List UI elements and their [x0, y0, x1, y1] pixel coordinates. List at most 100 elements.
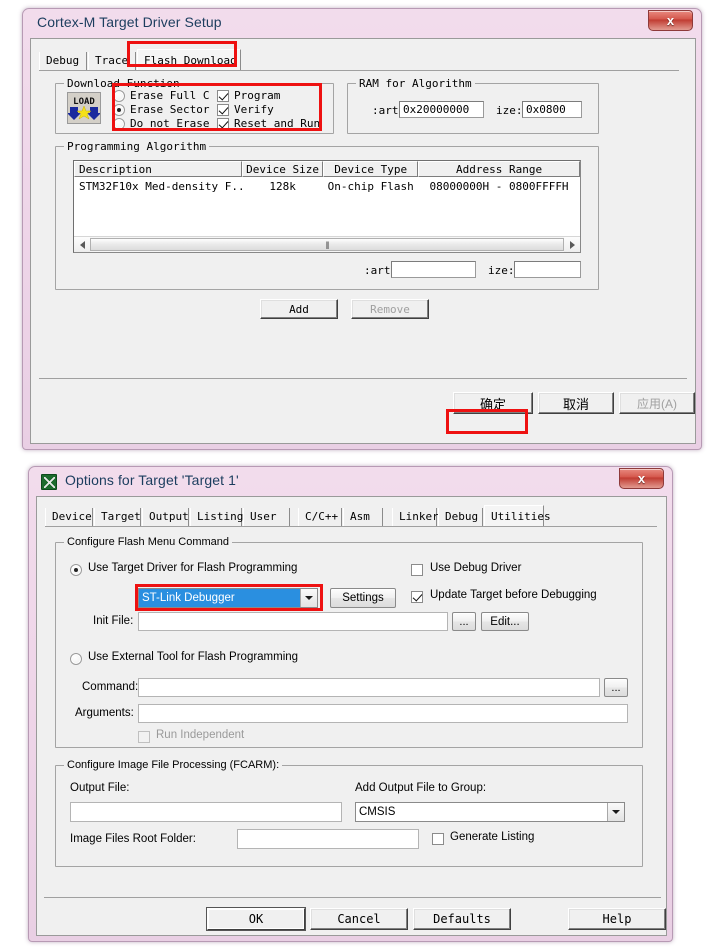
column-device-type[interactable]: Device Type: [323, 161, 419, 177]
scroll-right-arrow-icon[interactable]: [564, 237, 580, 252]
check-generate-listing[interactable]: [432, 833, 444, 845]
arguments-label: Arguments:: [75, 707, 134, 719]
command-label: Command:: [82, 681, 139, 693]
column-address-range[interactable]: Address Range: [418, 161, 580, 177]
settings-button[interactable]: Settings: [330, 588, 396, 608]
dialog1-titlebar[interactable]: Cortex-M Target Driver Setup x: [23, 9, 701, 38]
column-description[interactable]: Description: [74, 161, 242, 177]
remove-button[interactable]: Remove: [351, 299, 429, 319]
tab-asm[interactable]: Asm: [343, 508, 383, 526]
tab-trace[interactable]: Trace: [88, 52, 136, 70]
chevron-down-icon[interactable]: [300, 589, 317, 607]
radio-erase-sector[interactable]: [113, 104, 125, 116]
dialog2-titlebar[interactable]: Options for Target 'Target 1' x: [29, 467, 672, 496]
command-input[interactable]: [138, 678, 600, 697]
algorithm-start-input[interactable]: [391, 261, 476, 278]
add-output-file-to-group-combobox[interactable]: CMSIS: [355, 802, 625, 822]
dialog2-cancel-button[interactable]: Cancel: [310, 908, 408, 930]
command-browse-button[interactable]: ...: [604, 678, 628, 697]
table-row[interactable]: STM32F10x Med-density F... 128k On-chip …: [74, 179, 580, 194]
algorithm-size-label: ize:: [488, 264, 515, 277]
tab-flash-download[interactable]: Flash Download: [137, 49, 241, 70]
output-file-input[interactable]: [70, 802, 342, 822]
cell-device-size: 128k: [269, 180, 296, 193]
tab-debug[interactable]: Debug: [39, 52, 87, 70]
dialog1-ok-button[interactable]: 确定: [453, 392, 533, 414]
configure-image-processing-legend: Configure Image File Processing (FCARM):: [64, 759, 283, 771]
add-output-file-to-group-label: Add Output File to Group:: [355, 782, 487, 794]
check-use-debug-driver[interactable]: [411, 564, 423, 576]
flash-driver-combobox[interactable]: ST-Link Debugger: [138, 588, 318, 608]
radio-use-target-driver[interactable]: [70, 564, 82, 576]
dialog2-tabstrip: Device Target Output Listing User C/C++ …: [45, 505, 657, 526]
check-update-target-before-debugging[interactable]: [411, 591, 423, 603]
label-use-debug-driver: Use Debug Driver: [430, 562, 522, 574]
tab-debug[interactable]: Debug: [438, 508, 483, 526]
image-files-root-folder-input[interactable]: [237, 829, 419, 849]
tab-device[interactable]: Device: [45, 508, 93, 526]
check-program[interactable]: [217, 90, 229, 102]
configure-flash-menu-group: Configure Flash Menu Command Use Target …: [55, 536, 643, 748]
scroll-left-arrow-icon[interactable]: [74, 237, 90, 252]
ram-size-input[interactable]: 0x0800: [522, 101, 582, 118]
dialog2-ok-button[interactable]: OK: [207, 908, 305, 930]
programming-algorithm-hscrollbar[interactable]: [74, 236, 580, 252]
init-file-input[interactable]: [138, 612, 448, 631]
add-output-file-to-group-value: CMSIS: [359, 806, 396, 818]
init-file-browse-button[interactable]: ...: [452, 612, 476, 631]
arguments-input[interactable]: [138, 704, 628, 723]
radio-use-external-tool[interactable]: [70, 653, 82, 665]
label-program: Program: [234, 89, 281, 102]
svg-text:LOAD: LOAD: [73, 97, 95, 107]
dialog1-apply-button[interactable]: 应用(A): [619, 392, 695, 414]
tab-utilities[interactable]: Utilities: [484, 505, 551, 526]
dialog2-bottom-separator: [44, 897, 661, 898]
column-device-size[interactable]: Device Size: [241, 161, 324, 177]
dialog1-cancel-button[interactable]: 取消: [538, 392, 614, 414]
label-update-target-before-debugging: Update Target before Debugging: [430, 589, 597, 601]
dialog1-close-button[interactable]: x: [648, 10, 693, 31]
tab-linker[interactable]: Linker: [392, 508, 439, 526]
dialog2-title: Options for Target 'Target 1': [65, 472, 239, 488]
dialog2-help-button[interactable]: Help: [568, 908, 666, 930]
label-erase-full-chip: Erase Full C: [130, 89, 210, 102]
scroll-thumb[interactable]: [90, 238, 564, 251]
output-file-label: Output File:: [70, 782, 130, 794]
dialog2-tab-separator: [45, 526, 657, 527]
tab-c-cpp[interactable]: C/C++: [298, 508, 342, 526]
dialog2-close-button[interactable]: x: [619, 468, 664, 489]
tab-target[interactable]: Target: [94, 508, 141, 526]
check-verify[interactable]: [217, 104, 229, 116]
programming-algorithm-list[interactable]: Description Device Size Device Type Addr…: [73, 160, 581, 253]
check-reset-and-run[interactable]: [217, 118, 229, 130]
dialog1-tabstrip: Debug Trace Flash Download: [39, 49, 679, 70]
label-use-target-driver: Use Target Driver for Flash Programming: [88, 562, 298, 574]
radio-erase-full-chip[interactable]: [113, 90, 125, 102]
programming-algorithm-header: Description Device Size Device Type Addr…: [74, 161, 580, 177]
download-function-group: Download Function LOAD Erase Full C Eras…: [55, 77, 334, 134]
ram-start-input[interactable]: 0x20000000: [399, 101, 484, 118]
tab-listing[interactable]: Listing: [190, 508, 243, 526]
cell-device-type: On-chip Flash: [327, 180, 414, 193]
ram-size-label: ize:: [496, 104, 523, 117]
algorithm-size-input[interactable]: [514, 261, 581, 278]
cell-description: STM32F10x Med-density F...: [79, 180, 242, 193]
load-icon-svg: LOAD: [67, 93, 101, 123]
init-file-edit-button[interactable]: Edit...: [481, 612, 529, 631]
tab-user[interactable]: User: [243, 508, 290, 526]
chevron-down-icon-2[interactable]: [607, 803, 624, 821]
check-run-independent[interactable]: [138, 731, 150, 743]
load-icon: LOAD: [67, 92, 101, 124]
screenshot-root: Cortex-M Target Driver Setup x Debug Tra…: [0, 0, 712, 951]
dialog2-client-area: Device Target Output Listing User C/C++ …: [36, 496, 667, 936]
label-generate-listing: Generate Listing: [450, 831, 535, 843]
add-button[interactable]: Add: [260, 299, 338, 319]
label-do-not-erase: Do not Erase: [130, 117, 210, 130]
configure-image-processing-group: Configure Image File Processing (FCARM):…: [55, 759, 643, 867]
label-verify: Verify: [234, 103, 274, 116]
radio-do-not-erase[interactable]: [113, 118, 125, 130]
dialog2-defaults-button[interactable]: Defaults: [413, 908, 511, 930]
ram-for-algorithm-group: RAM for Algorithm :art: 0x20000000 ize: …: [347, 77, 599, 134]
image-files-root-folder-label: Image Files Root Folder:: [70, 833, 196, 845]
tab-output[interactable]: Output: [142, 508, 189, 526]
